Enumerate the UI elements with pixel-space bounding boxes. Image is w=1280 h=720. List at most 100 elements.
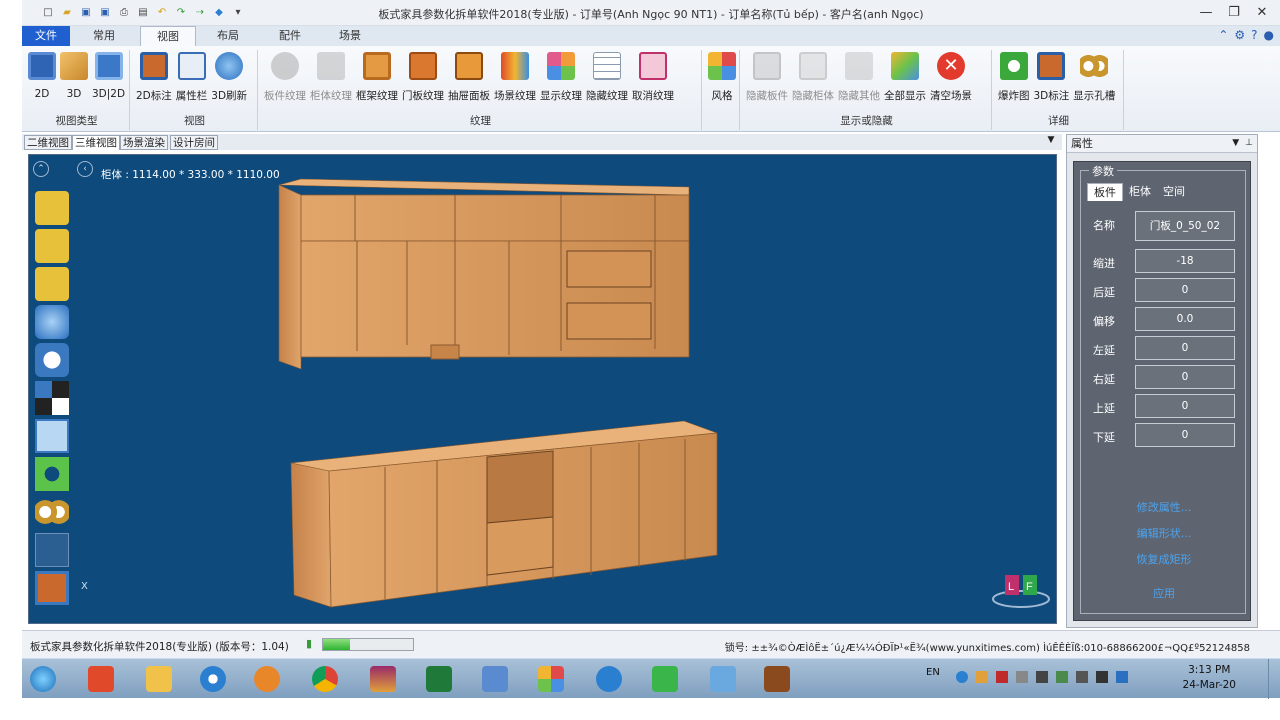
group-view: 2D标注 属性栏 3D刷新 视图 bbox=[132, 50, 258, 130]
3d-viewport[interactable]: ⌃ ‹ 柜体 : 1114.00 * 333.00 * 1110.00 X L … bbox=[28, 154, 1057, 624]
clock[interactable]: 3:13 PM 24-Mar-20 bbox=[1183, 663, 1236, 693]
panel-dropdown-icon[interactable]: ▼ bbox=[1232, 135, 1239, 152]
right-extend-field[interactable]: 0 bbox=[1135, 365, 1235, 389]
tab-3d-view[interactable]: 三维视图 bbox=[72, 135, 120, 150]
2d-dimension-button[interactable]: 2D标注 bbox=[134, 50, 174, 108]
tabs-dropdown-icon[interactable]: ▼ bbox=[1044, 135, 1058, 148]
hide-other-button[interactable]: 隐藏其他 bbox=[836, 50, 882, 108]
show-desktop-button[interactable] bbox=[1268, 659, 1280, 699]
modify-properties-link[interactable]: 修改属性... bbox=[1081, 499, 1247, 515]
panel-texture-button[interactable]: 板件纹理 bbox=[262, 50, 308, 108]
settings-icon[interactable]: ⚙ bbox=[1234, 28, 1245, 42]
name-field[interactable]: 门板_0_50_02 bbox=[1135, 211, 1235, 241]
clock-time: 3:13 PM bbox=[1188, 664, 1231, 676]
tab-2d-view[interactable]: 二维视图 bbox=[24, 135, 72, 150]
explode-view-button[interactable]: 爆炸图 bbox=[996, 50, 1032, 108]
taskbar-app-network[interactable] bbox=[80, 662, 122, 696]
indent-field[interactable]: -18 bbox=[1135, 249, 1235, 273]
tray-v-icon[interactable] bbox=[996, 671, 1008, 683]
view-3d-2d-button[interactable]: 3D|2D bbox=[90, 50, 127, 108]
tab-panel[interactable]: 板件 bbox=[1087, 183, 1123, 201]
apply-link[interactable]: 应用 bbox=[1081, 585, 1247, 601]
tab-layout[interactable]: 布局 bbox=[208, 26, 248, 46]
tab-file[interactable]: 文件 bbox=[22, 26, 70, 46]
style-button[interactable]: 风格 bbox=[706, 50, 738, 108]
drawer-panel-button[interactable]: 抽屉面板 bbox=[446, 50, 492, 108]
refresh-icon bbox=[215, 52, 244, 80]
hide-texture-button[interactable]: 隐藏纹理 bbox=[584, 50, 630, 108]
taskbar-app-tool[interactable] bbox=[474, 662, 516, 696]
taskbar-chrome[interactable] bbox=[304, 662, 346, 696]
hide-cabinet-button[interactable]: 隐藏柜体 bbox=[790, 50, 836, 108]
tab-design-room[interactable]: 设计房间 bbox=[170, 135, 218, 150]
tray-app-icon[interactable] bbox=[956, 671, 968, 683]
show-all-button[interactable]: 全部显示 bbox=[882, 50, 928, 108]
close-button[interactable]: ✕ bbox=[1248, 2, 1276, 22]
taskbar-photo[interactable] bbox=[702, 662, 744, 696]
help-icon[interactable]: ? bbox=[1251, 28, 1257, 42]
left-extend-field[interactable]: 0 bbox=[1135, 336, 1235, 360]
panel-header: 属性 ▼ ⊥ bbox=[1067, 135, 1257, 153]
start-button[interactable] bbox=[22, 662, 64, 696]
offset-field[interactable]: 0.0 bbox=[1135, 307, 1235, 331]
cabinet-texture-button[interactable]: 柜体纹理 bbox=[308, 50, 354, 108]
taskbar-furniture-app[interactable] bbox=[756, 662, 798, 696]
pin-icon[interactable]: ⊥ bbox=[1245, 135, 1253, 152]
hide-panel-button[interactable]: 隐藏板件 bbox=[744, 50, 790, 108]
top-extend-field[interactable]: 0 bbox=[1135, 394, 1235, 418]
taskbar-media[interactable] bbox=[246, 662, 288, 696]
tab-accessories[interactable]: 配件 bbox=[270, 26, 310, 46]
tab-scene-render[interactable]: 场景渲染 bbox=[120, 135, 168, 150]
restore-button[interactable]: ❐ bbox=[1220, 2, 1248, 22]
tab-cabinet[interactable]: 柜体 bbox=[1123, 183, 1157, 201]
flag-icon[interactable] bbox=[1096, 671, 1108, 683]
door-texture-button[interactable]: 门板纹理 bbox=[400, 50, 446, 108]
taskbar-explorer[interactable] bbox=[138, 662, 180, 696]
3d-refresh-button[interactable]: 3D刷新 bbox=[209, 50, 249, 108]
3d-annotation-button[interactable]: 3D标注 bbox=[1032, 50, 1072, 108]
network-icon[interactable] bbox=[1076, 671, 1088, 683]
tab-view[interactable]: 视图 bbox=[140, 26, 196, 46]
taskbar-excel[interactable] bbox=[418, 662, 460, 696]
chat-icon[interactable]: ● bbox=[1264, 28, 1274, 42]
upper-cabinets[interactable] bbox=[278, 178, 690, 370]
edit-shape-link[interactable]: 编辑形状... bbox=[1081, 525, 1247, 541]
tab-space[interactable]: 空间 bbox=[1157, 183, 1191, 201]
restore-rectangle-link[interactable]: 恢复成矩形 bbox=[1081, 551, 1247, 567]
tray-display-icon[interactable] bbox=[1116, 671, 1128, 683]
volume-icon[interactable] bbox=[1036, 671, 1048, 683]
taskbar-winrar[interactable] bbox=[362, 662, 404, 696]
language-indicator[interactable]: EN bbox=[926, 667, 940, 678]
tab-common[interactable]: 常用 bbox=[84, 26, 124, 46]
minimize-button[interactable]: — bbox=[1192, 2, 1220, 22]
show-texture-button[interactable]: 显示纹理 bbox=[538, 50, 584, 108]
view-3d-button[interactable]: 3D bbox=[58, 50, 90, 108]
taskbar-camtasia[interactable] bbox=[644, 662, 686, 696]
taskbar-paint[interactable] bbox=[530, 662, 572, 696]
taskbar-zalo[interactable] bbox=[588, 662, 630, 696]
property-bar-button[interactable]: 属性栏 bbox=[174, 50, 210, 108]
bottom-extend-field[interactable]: 0 bbox=[1135, 423, 1235, 447]
tab-scene[interactable]: 场景 bbox=[330, 26, 370, 46]
show-holes-button[interactable]: 显示孔槽 bbox=[1071, 50, 1117, 108]
cancel-texture-button[interactable]: 取消纹理 bbox=[630, 50, 676, 108]
label-bottom-extend: 下延 bbox=[1093, 431, 1115, 444]
internet-explorer-icon bbox=[200, 666, 226, 692]
view-2d-button[interactable]: 2D bbox=[26, 50, 58, 108]
logo-letter-f: F bbox=[1026, 581, 1033, 593]
taskbar-ie[interactable] bbox=[192, 662, 234, 696]
panel-texture-icon bbox=[271, 52, 299, 80]
back-extend-field[interactable]: 0 bbox=[1135, 278, 1235, 302]
explode-icon bbox=[999, 52, 1028, 80]
lower-cabinets[interactable] bbox=[290, 420, 718, 608]
tray-warning-icon[interactable] bbox=[976, 671, 988, 683]
paint-bucket-icon bbox=[501, 52, 529, 80]
parameter-legend: 参数 bbox=[1089, 163, 1117, 179]
collapse-ribbon-icon[interactable]: ⌃ bbox=[1218, 28, 1228, 42]
scene-texture-button[interactable]: 场景纹理 bbox=[492, 50, 538, 108]
tray-sync-icon[interactable] bbox=[1056, 671, 1068, 683]
tray-mail-icon[interactable] bbox=[1016, 671, 1028, 683]
frame-texture-button[interactable]: 框架纹理 bbox=[354, 50, 400, 108]
zalo-icon bbox=[596, 666, 622, 692]
clear-scene-button[interactable]: ✕ 清空场景 bbox=[928, 50, 974, 108]
